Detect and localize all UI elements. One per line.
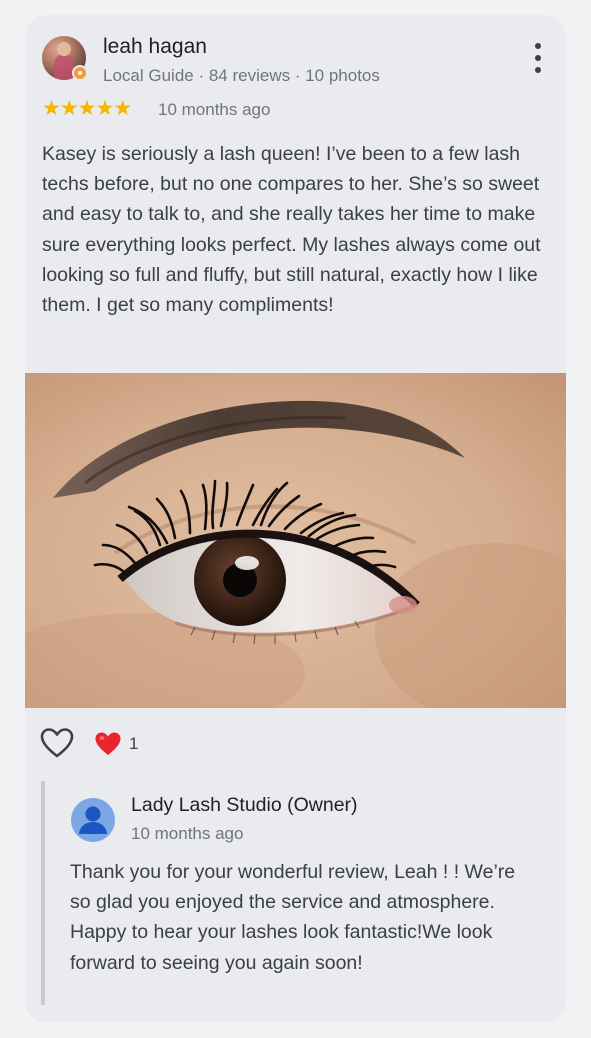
eye-lash-photo xyxy=(25,373,566,708)
review-date: 10 months ago xyxy=(158,100,271,119)
owner-reply-date: 10 months ago xyxy=(131,824,244,843)
star-rating: ★★★★★ xyxy=(42,95,132,123)
review-header: leah hagan Local Guide · 84 reviews · 10… xyxy=(42,35,552,95)
local-guide-badge-icon xyxy=(72,65,88,81)
star-icon: ★ xyxy=(59,97,79,120)
owner-avatar-icon[interactable] xyxy=(71,798,115,842)
owner-name: Lady Lash Studio (Owner) xyxy=(131,794,358,816)
heart-outline-icon[interactable] xyxy=(40,727,74,759)
person-icon xyxy=(79,806,107,834)
reviewer-meta: Local Guide · 84 reviews · 10 photos xyxy=(103,66,380,85)
owner-reply: Lady Lash Studio (Owner) 10 months ago T… xyxy=(41,781,551,1005)
owner-reply-text: Thank you for your wonderful review, Lea… xyxy=(70,861,516,974)
red-heart-icon[interactable] xyxy=(94,730,122,758)
star-icon: ★ xyxy=(42,97,61,120)
more-options-icon[interactable] xyxy=(532,43,544,73)
star-icon: ★ xyxy=(95,97,114,120)
review-photo[interactable] xyxy=(25,373,566,708)
star-icon: ★ xyxy=(113,97,132,120)
reaction-count: 1 xyxy=(129,734,139,753)
review-text: Kasey is seriously a lash queen! I’ve be… xyxy=(42,143,541,317)
review-card: leah hagan Local Guide · 84 reviews · 10… xyxy=(25,15,566,1023)
reaction-row: 1 xyxy=(40,727,240,763)
reviewer-name[interactable]: leah hagan xyxy=(103,35,207,59)
star-icon: ★ xyxy=(77,97,97,120)
